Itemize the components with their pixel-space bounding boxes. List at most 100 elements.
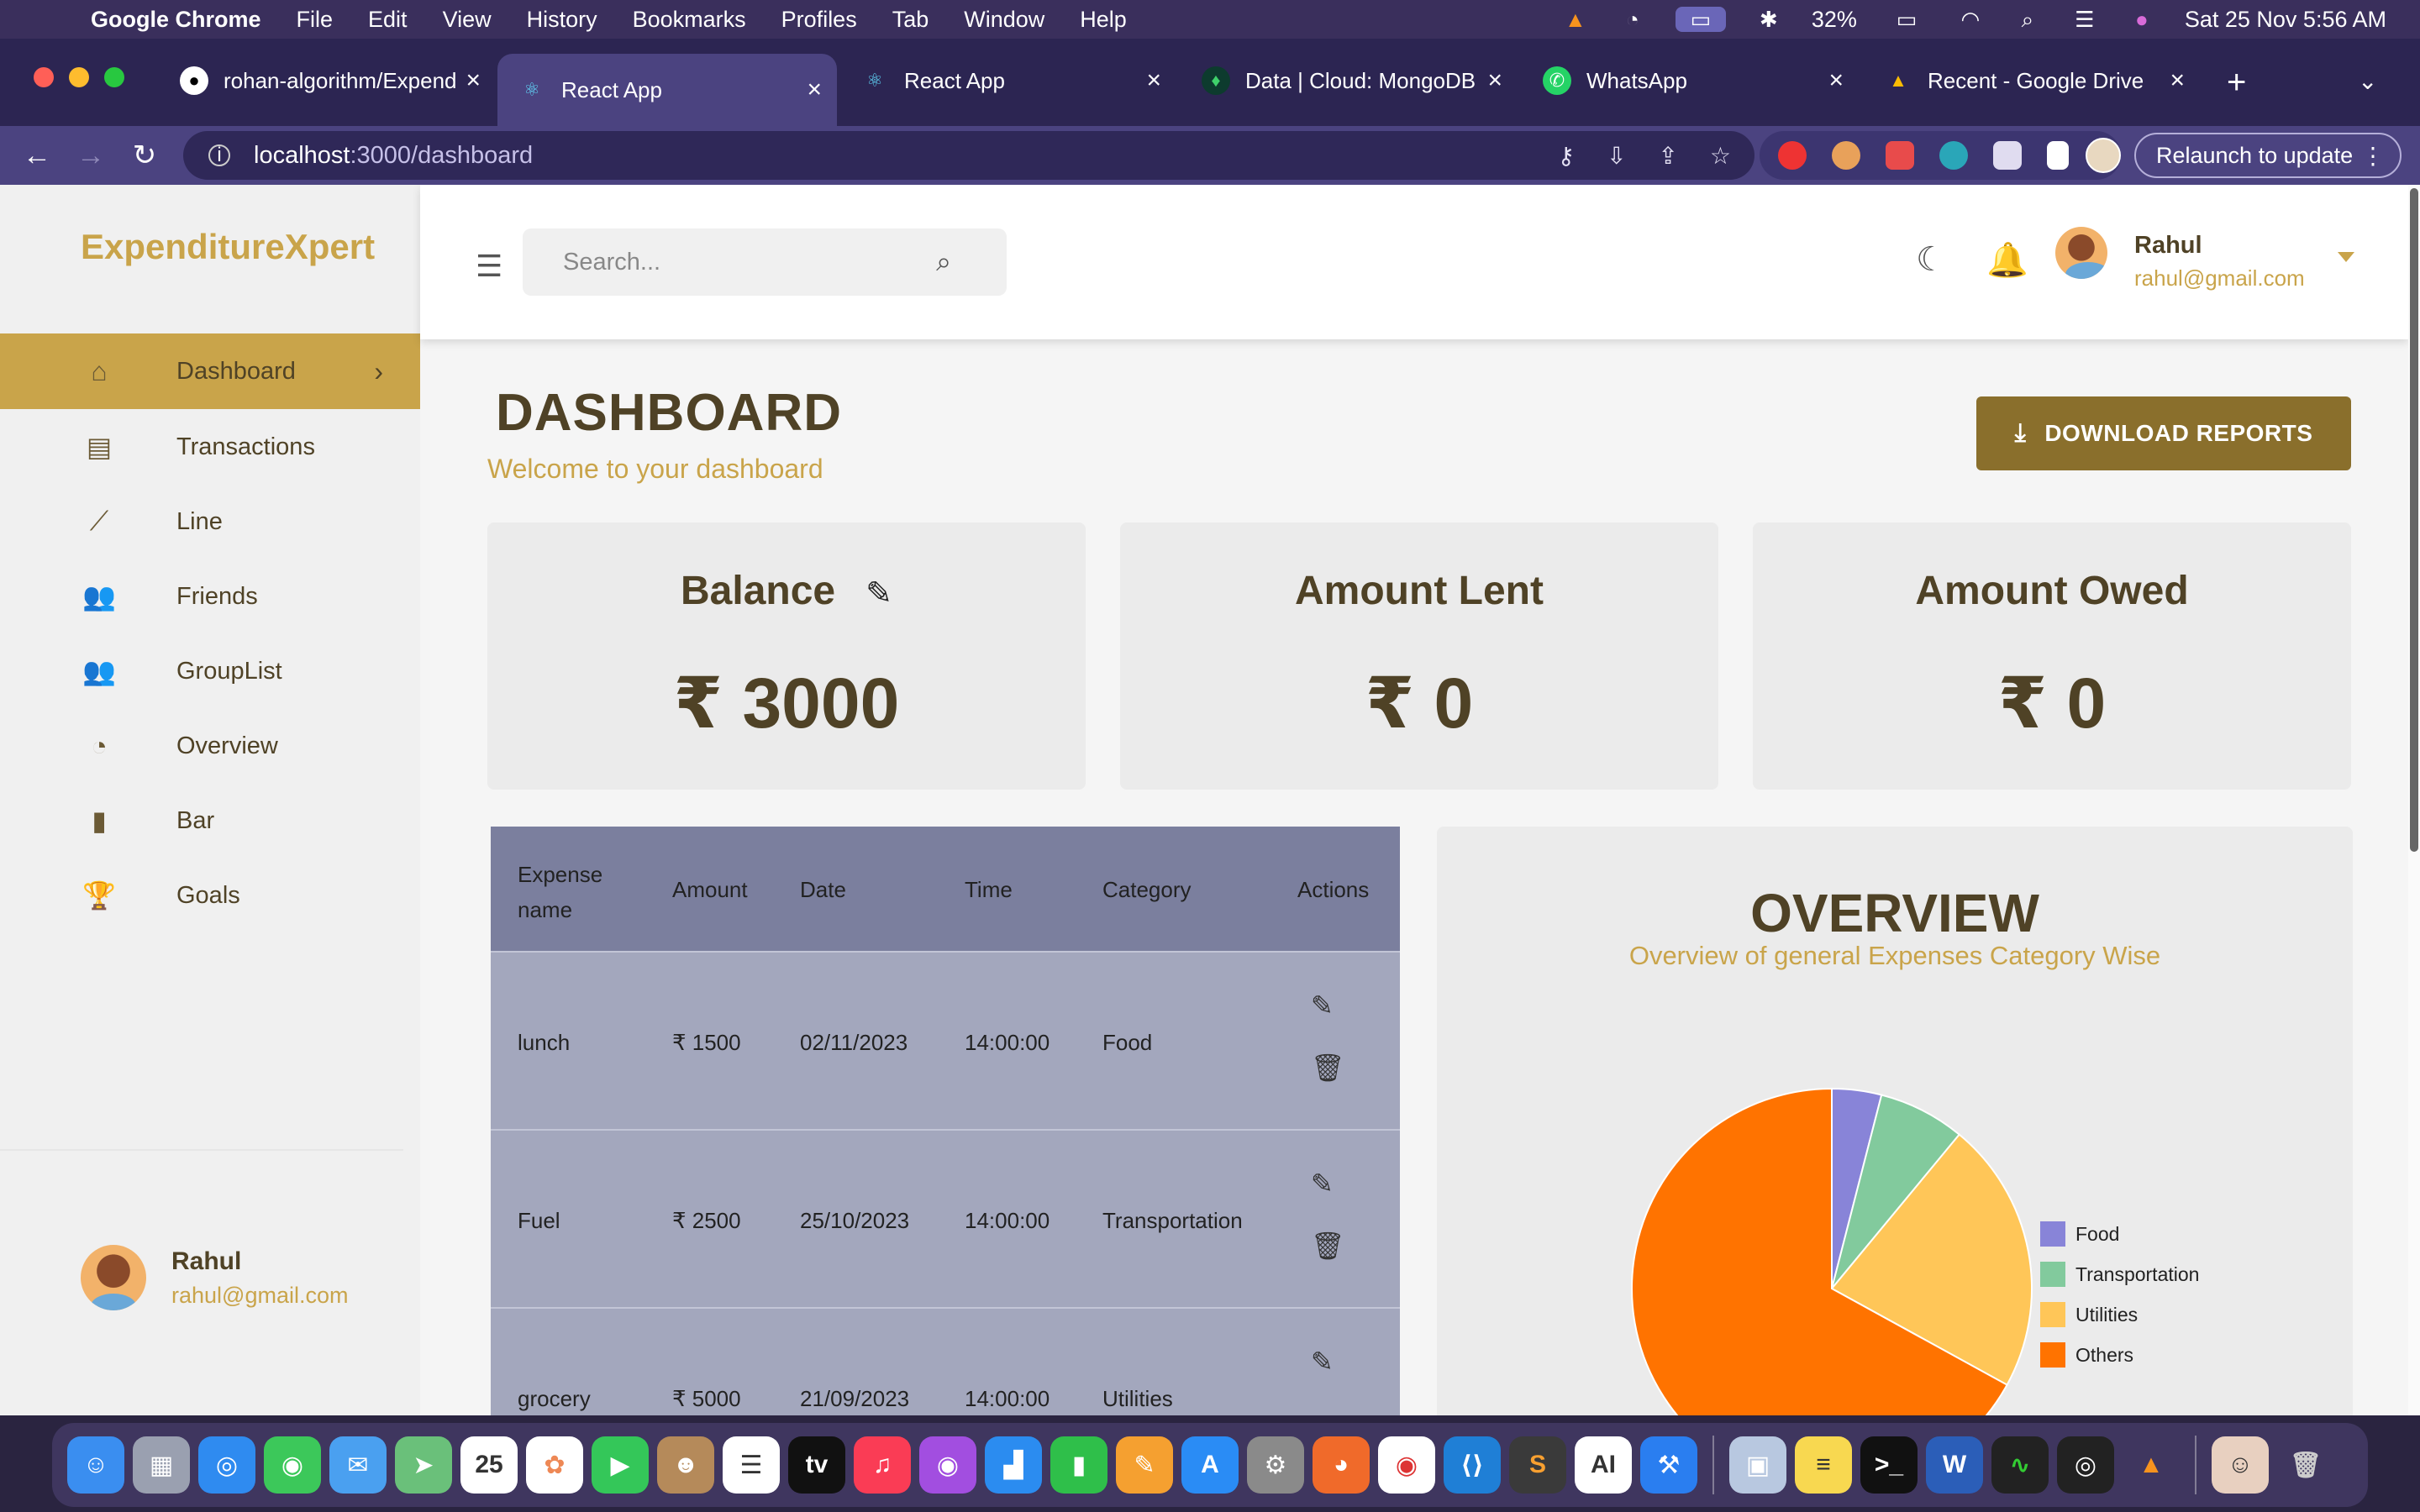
more-menu-icon[interactable]: ⋮ xyxy=(2361,142,2385,170)
chrome-icon[interactable]: ◉ xyxy=(1378,1436,1435,1494)
tab-search-chevron-icon[interactable]: ⌄ xyxy=(2358,67,2377,95)
menu-view[interactable]: View xyxy=(443,7,492,33)
legend-item[interactable]: Transportation xyxy=(2040,1262,2199,1287)
legend-item[interactable]: Utilities xyxy=(2040,1302,2138,1327)
browser-tab[interactable]: ▲ Recent - Google Drive × xyxy=(1864,54,2200,108)
obs-icon[interactable]: ◎ xyxy=(2057,1436,2114,1494)
sublime-text-icon[interactable]: S xyxy=(1509,1436,1566,1494)
extension-dice-icon[interactable] xyxy=(1886,141,1914,170)
preview-icon[interactable]: ▣ xyxy=(1729,1436,1786,1494)
search-icon[interactable]: ⌕ xyxy=(936,246,951,278)
battery-icon[interactable]: ▭ xyxy=(1886,7,1928,32)
extension-brain-icon[interactable] xyxy=(1832,141,1860,170)
mail-icon[interactable]: ✉ xyxy=(329,1436,387,1494)
forward-arrow-icon[interactable]: → xyxy=(64,139,118,172)
browser-tab[interactable]: ✆ WhatsApp × xyxy=(1523,54,1859,108)
search-bar[interactable]: Search... ⌕ xyxy=(523,228,1007,296)
edit-pencil-icon[interactable]: ✎ xyxy=(865,576,892,612)
close-tab-icon[interactable]: × xyxy=(2170,66,2185,95)
browser-tab[interactable]: ⚛ React App × xyxy=(840,54,1176,108)
trash-icon[interactable]: 🗑 xyxy=(2277,1436,2334,1494)
spotlight-search-icon[interactable]: ⌕ xyxy=(2013,7,2042,32)
install-app-icon[interactable]: ⇩ xyxy=(1607,142,1626,170)
caret-down-icon[interactable] xyxy=(2338,252,2354,262)
numbers-icon[interactable]: ▮ xyxy=(1050,1436,1107,1494)
browser-tab-active[interactable]: ⚛ React App × xyxy=(497,54,837,126)
reload-icon[interactable]: ↻ xyxy=(118,139,171,172)
sidebar-item-grouplist[interactable]: 👥 GroupList xyxy=(0,633,420,709)
browser-tab[interactable]: ● rohan-algorithm/Expend × xyxy=(160,54,496,108)
close-tab-icon[interactable]: × xyxy=(1828,66,1844,95)
podcasts-icon[interactable]: ◉ xyxy=(919,1436,976,1494)
pages-icon[interactable]: ✎ xyxy=(1116,1436,1173,1494)
contacts-icon[interactable]: ☻ xyxy=(657,1436,714,1494)
vscode-icon[interactable]: ⟨⟩ xyxy=(1444,1436,1501,1494)
header-avatar[interactable] xyxy=(2055,227,2107,279)
maps-icon[interactable]: ➤ xyxy=(395,1436,452,1494)
minimize-window-button[interactable] xyxy=(69,67,89,87)
ai-app-icon[interactable]: AI xyxy=(1575,1436,1632,1494)
menu-app-name[interactable]: Google Chrome xyxy=(91,7,261,33)
menu-file[interactable]: File xyxy=(297,7,334,33)
column-header-time[interactable]: Time xyxy=(965,877,1013,903)
terminal-icon[interactable]: >_ xyxy=(1860,1436,1918,1494)
wifi-icon[interactable]: ◠ xyxy=(1956,7,1985,32)
screen-mirror-icon[interactable]: ▭ xyxy=(1675,7,1726,32)
scrollbar-thumb[interactable] xyxy=(2410,188,2418,852)
siri-icon[interactable]: ● xyxy=(2128,7,2156,32)
share-icon[interactable]: ⇪ xyxy=(1658,142,1677,170)
column-header-amount[interactable]: Amount xyxy=(672,877,748,903)
sidebar-item-bar[interactable]: ▮ Bar xyxy=(0,783,420,858)
sidebar-item-line[interactable]: ⟋ Line xyxy=(0,484,420,559)
back-arrow-icon[interactable]: ← xyxy=(10,139,64,172)
site-info-icon[interactable]: i xyxy=(208,144,230,166)
extension-hand-icon[interactable] xyxy=(1778,141,1807,170)
keynote-icon[interactable]: ▟ xyxy=(985,1436,1042,1494)
notifications-bell-icon[interactable]: 🔔 xyxy=(1986,240,2028,280)
edit-pencil-icon[interactable]: ✎ xyxy=(1311,1168,1334,1200)
menu-help[interactable]: Help xyxy=(1080,7,1127,33)
legend-item[interactable]: Others xyxy=(2040,1342,2133,1368)
notes-icon[interactable]: ≡ xyxy=(1795,1436,1852,1494)
menu-tab[interactable]: Tab xyxy=(892,7,929,33)
calendar-icon[interactable]: 25 xyxy=(460,1436,518,1494)
menu-edit[interactable]: Edit xyxy=(368,7,408,33)
photos-icon[interactable]: ✿ xyxy=(526,1436,583,1494)
page-scrollbar[interactable] xyxy=(2408,185,2420,1415)
menu-history[interactable]: History xyxy=(527,7,597,33)
chrome-profile-avatar[interactable] xyxy=(2086,138,2121,173)
vlc-icon[interactable]: ▲ xyxy=(2123,1436,2180,1494)
close-tab-icon[interactable]: × xyxy=(807,76,822,104)
password-key-icon[interactable]: ⚷ xyxy=(1557,142,1575,170)
address-bar[interactable]: i localhost:3000/dashboard ⚷ ⇩ ⇪ ☆ xyxy=(183,131,1754,180)
menu-window[interactable]: Window xyxy=(964,7,1044,33)
focus-status-icon[interactable]: ◔ xyxy=(1618,7,1647,32)
menu-bar-clock[interactable]: Sat 25 Nov 5:56 AM xyxy=(2185,7,2386,33)
legend-item[interactable]: Food xyxy=(2040,1221,2119,1247)
category-pie-chart[interactable] xyxy=(1437,827,2353,1415)
search-input[interactable]: Search... xyxy=(563,249,660,276)
reminders-icon[interactable]: ☰ xyxy=(723,1436,780,1494)
close-tab-icon[interactable]: × xyxy=(1146,66,1161,95)
delete-trash-icon[interactable]: 🗑 xyxy=(1311,1052,1345,1084)
delete-trash-icon[interactable]: 🗑 xyxy=(1311,1230,1345,1262)
sidebar-user-profile[interactable]: Rahul rahul@gmail.com xyxy=(81,1245,348,1310)
system-settings-icon[interactable]: ⚙ xyxy=(1247,1436,1304,1494)
zoom-window-button[interactable] xyxy=(104,67,124,87)
extension-target-icon[interactable] xyxy=(1939,141,1968,170)
bluetooth-icon[interactable]: ✱ xyxy=(1754,7,1783,32)
sidebar-item-goals[interactable]: 🏆 Goals xyxy=(0,858,420,933)
edit-pencil-icon[interactable]: ✎ xyxy=(1311,1346,1334,1378)
menu-profiles[interactable]: Profiles xyxy=(781,7,857,33)
safari-icon[interactable]: ◎ xyxy=(198,1436,255,1494)
sidebar-item-transactions[interactable]: ▤ Transactions xyxy=(0,409,420,485)
close-tab-icon[interactable]: × xyxy=(466,66,481,95)
finder-icon[interactable]: ☺ xyxy=(67,1436,124,1494)
sidebar-item-overview[interactable]: ◔ Overview xyxy=(0,708,420,784)
menu-bookmarks[interactable]: Bookmarks xyxy=(633,7,746,33)
firefox-icon[interactable]: ◕ xyxy=(1313,1436,1370,1494)
side-panel-icon[interactable] xyxy=(2047,141,2069,170)
app-store-icon[interactable]: A xyxy=(1181,1436,1239,1494)
new-tab-icon[interactable]: + xyxy=(2227,64,2246,102)
column-header-category[interactable]: Category xyxy=(1102,877,1192,903)
